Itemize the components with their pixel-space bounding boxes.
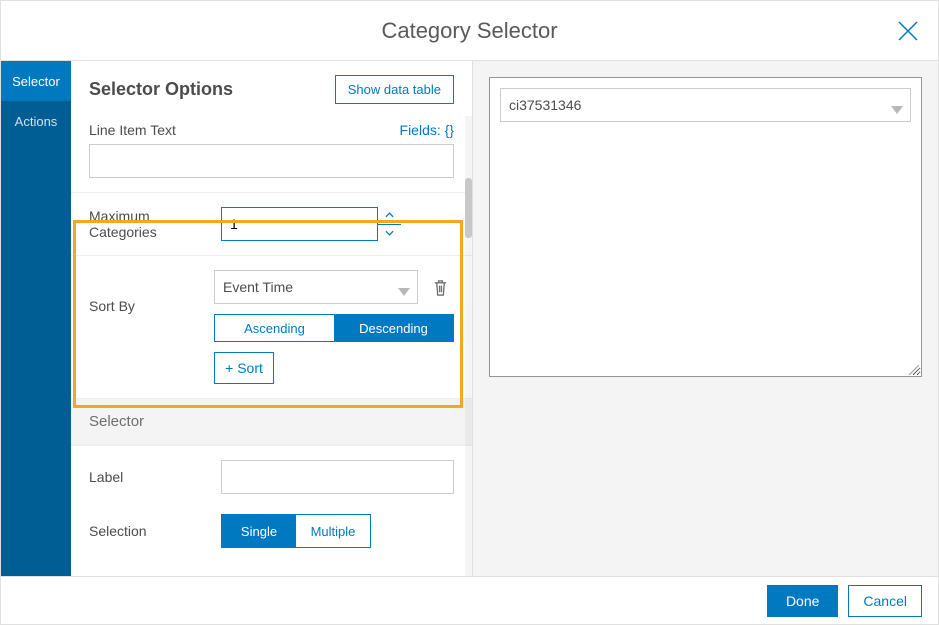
max-categories-step-down[interactable] (378, 224, 401, 242)
sort-direction-toggle: Ascending Descending (214, 314, 454, 342)
selector-subsection-title: Selector (71, 398, 472, 445)
preview-panel: ci37531346 (473, 61, 938, 576)
max-categories-label: Maximum Categories (89, 208, 209, 240)
selection-multiple-button[interactable]: Multiple (296, 515, 370, 547)
close-icon[interactable] (896, 19, 920, 43)
selection-row: Selection Single Multiple (71, 508, 472, 562)
max-categories-input[interactable] (221, 207, 401, 241)
max-categories-section: Maximum Categories (71, 192, 472, 255)
line-item-label: Line Item Text (89, 122, 176, 138)
label-input[interactable] (221, 460, 454, 494)
sort-descending-button[interactable]: Descending (334, 315, 453, 341)
sort-by-label: Sort By (89, 270, 202, 314)
delete-sort-icon[interactable] (426, 273, 454, 301)
dialog-title: Category Selector (381, 18, 557, 44)
add-sort-button[interactable]: + Sort (214, 352, 274, 384)
sort-field-value: Event Time (223, 279, 293, 295)
options-scroll[interactable]: Line Item Text Fields: {} Maximum Catego… (71, 116, 472, 576)
cancel-button[interactable]: Cancel (848, 585, 922, 617)
selection-mode-toggle: Single Multiple (221, 514, 371, 548)
sort-by-section: Sort By Event Time (71, 255, 472, 398)
side-tabs: Selector Actions (1, 61, 71, 576)
preview-selected-value: ci37531346 (509, 97, 581, 113)
category-selector-dialog: Category Selector Selector Actions Selec… (1, 1, 938, 624)
line-item-input[interactable] (89, 144, 454, 178)
tab-selector[interactable]: Selector (1, 61, 71, 101)
options-panel: Selector Options Show data table Line It… (71, 61, 473, 576)
scrollbar-thumb[interactable] (465, 178, 472, 238)
fields-link[interactable]: Fields: {} (400, 122, 454, 138)
done-button[interactable]: Done (767, 585, 838, 617)
options-heading: Selector Options (89, 79, 233, 100)
dialog-titlebar: Category Selector (1, 1, 938, 61)
sort-field-select[interactable]: Event Time (214, 270, 418, 304)
preview-category-select[interactable]: ci37531346 (500, 88, 911, 122)
selection-single-button[interactable]: Single (222, 515, 296, 547)
label-row: Label (71, 445, 472, 508)
scrollbar[interactable] (465, 116, 472, 576)
resize-grip-icon[interactable] (907, 362, 919, 374)
label-field-label: Label (89, 469, 209, 485)
max-categories-step-up[interactable] (378, 207, 401, 224)
preview-box: ci37531346 (489, 77, 922, 377)
show-data-table-button[interactable]: Show data table (335, 75, 454, 104)
tab-actions[interactable]: Actions (1, 101, 71, 141)
sort-ascending-button[interactable]: Ascending (215, 315, 334, 341)
chevron-down-icon (891, 101, 903, 109)
selection-label: Selection (89, 523, 209, 539)
chevron-down-icon (398, 283, 410, 291)
dialog-footer: Done Cancel (1, 576, 938, 624)
line-item-section: Line Item Text Fields: {} (71, 116, 472, 192)
